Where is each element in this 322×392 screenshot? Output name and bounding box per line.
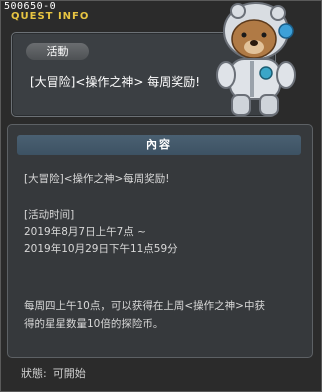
content-line-time-label: [活动时间] [24,209,75,221]
event-title: [大冒险]<操作之神> 每周奖励! [30,75,201,89]
window-title: QUEST INFO [11,11,90,22]
content-line-start: 2019年8月7日上午7点 ~ [24,226,146,238]
content-line-desc-2: 得的星星数量10倍的探险币。 [24,318,164,330]
status-value: 可開始 [52,367,86,380]
content-line-desc-1: 每周四上午10点，可以获得在上周<操作之神>中获 [24,300,265,312]
status-row: 狀態: 可開始 [21,365,86,381]
content-line-end: 2019年10月29日下午11点59分 [24,243,178,255]
content-heading: 內容 [17,135,301,155]
content-line-title: [大冒险]<操作之神>每周奖励! [24,173,170,185]
event-tag: 活動 [26,43,89,60]
status-label: 狀態: [21,367,47,380]
bear-character-icon [216,2,296,116]
quest-info-window: 500650-0 QUEST INFO 活動 [大冒险]<操作之神> 每周奖励!… [0,0,322,392]
